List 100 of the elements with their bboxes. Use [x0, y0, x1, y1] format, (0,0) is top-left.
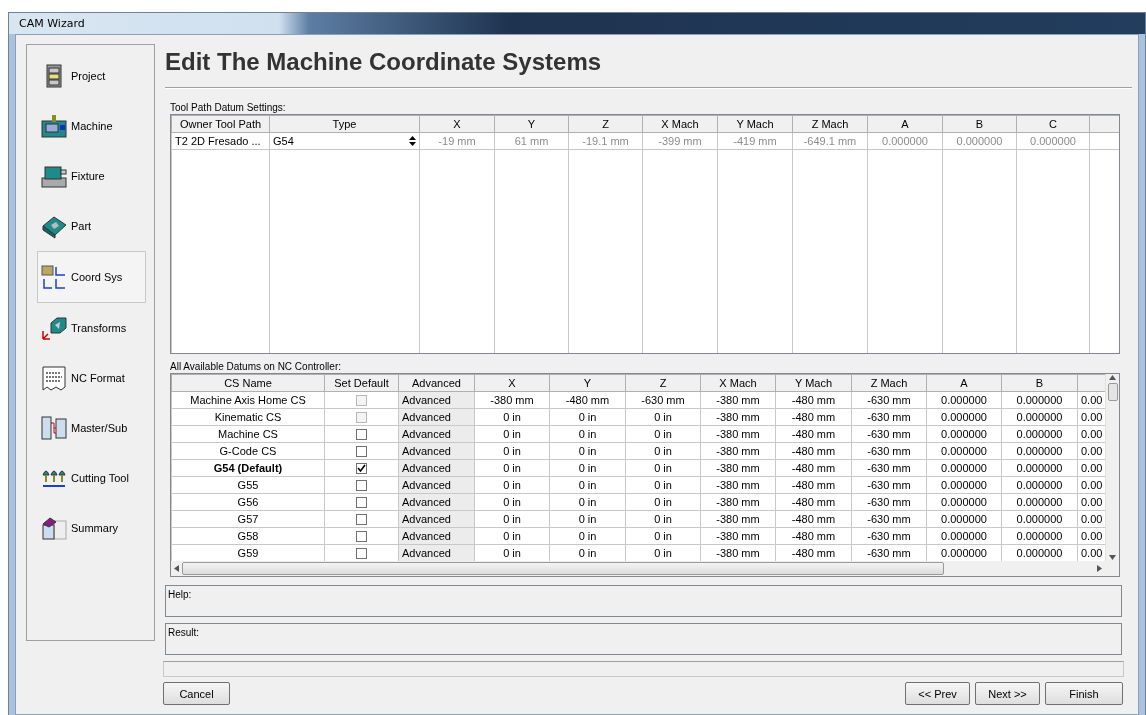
- panel-label: Result:: [168, 627, 200, 638]
- table-cell: -480 mm: [775, 442, 852, 460]
- sidebar-item[interactable]: Cutting Tool: [37, 453, 146, 503]
- table-cell: -630 mm: [851, 425, 927, 443]
- table-cell: 0.000000: [1001, 510, 1078, 528]
- sidebar-item[interactable]: Part: [37, 201, 146, 251]
- axes-icon: [41, 264, 67, 290]
- table-cell: -630 mm: [851, 442, 927, 460]
- sidebar-item[interactable]: Machine: [37, 101, 146, 151]
- column-header: Z Mach: [792, 115, 868, 133]
- type-dropdown[interactable]: G54: [269, 132, 420, 150]
- table-cell: 0 in: [474, 459, 550, 477]
- table-cell: -630 mm: [851, 527, 927, 545]
- checkbox[interactable]: [356, 496, 367, 508]
- table-cell: 0 in: [474, 527, 550, 545]
- table-cell: -419 mm: [717, 132, 793, 150]
- horizontal-scrollbar[interactable]: [171, 561, 1105, 576]
- checkbox[interactable]: [356, 530, 367, 542]
- sidebar-item[interactable]: Project: [37, 51, 146, 101]
- table-cell: -380 mm: [700, 442, 776, 460]
- table-cell: Machine Axis Home CS: [171, 391, 325, 409]
- sidebar-item[interactable]: NC Format: [37, 353, 146, 403]
- table-cell: 0.000000: [1016, 132, 1090, 150]
- column-header: Y Mach: [775, 374, 852, 392]
- table-cell: 0 in: [549, 459, 626, 477]
- table-cell: 0 in: [474, 510, 550, 528]
- sidebar-item[interactable]: Summary: [37, 503, 146, 553]
- checkbox[interactable]: [356, 513, 367, 525]
- column-header: Z: [625, 374, 701, 392]
- panel-label: Help:: [168, 589, 192, 600]
- table-cell: 0 in: [474, 425, 550, 443]
- column-header: Z Mach: [851, 374, 927, 392]
- column-header: Type: [269, 115, 420, 133]
- scroll-thumb[interactable]: [182, 562, 944, 575]
- table-cell: 0.000000: [1001, 476, 1078, 494]
- up-arrow-icon: [1109, 374, 1116, 381]
- table-cell: -480 mm: [775, 510, 852, 528]
- left-arrow-icon: [173, 565, 180, 572]
- table-cell: -480 mm: [775, 391, 852, 409]
- table-cell: 0 in: [549, 408, 626, 426]
- column-header: Y: [494, 115, 569, 133]
- table-cell: -380 mm: [700, 408, 776, 426]
- column-header: X: [474, 374, 550, 392]
- table-cell: 0.000000: [926, 391, 1002, 409]
- table-cell: 0.000000: [926, 527, 1002, 545]
- sidebar-item[interactable]: Coord Sys: [37, 251, 146, 303]
- table-cell: 0.000000: [1001, 408, 1078, 426]
- table-cell: 0.000000: [926, 408, 1002, 426]
- scroll-thumb[interactable]: [1107, 383, 1118, 401]
- wizard-button[interactable]: Cancel: [163, 682, 230, 705]
- table-cell: 0.000000: [867, 132, 943, 150]
- checkbox[interactable]: [356, 547, 367, 559]
- table-cell: 0 in: [474, 442, 550, 460]
- wizard-button[interactable]: Finish: [1045, 682, 1123, 705]
- table-cell: -480 mm: [775, 459, 852, 477]
- table-cell: -380 mm: [474, 391, 550, 409]
- down-arrow-icon: [1109, 554, 1116, 561]
- checkbox[interactable]: [356, 428, 367, 440]
- wizard-button[interactable]: Next >>: [975, 682, 1040, 705]
- checkbox[interactable]: [356, 462, 367, 474]
- sidebar-item[interactable]: Fixture: [37, 151, 146, 201]
- table-cell: 0.000000: [926, 459, 1002, 477]
- column-header: Y Mach: [717, 115, 793, 133]
- table-cell: -380 mm: [700, 510, 776, 528]
- table-cell: 0.000000: [1001, 442, 1078, 460]
- table-cell: -649.1 mm: [792, 132, 868, 150]
- column-header: Advanced: [398, 374, 475, 392]
- table-cell: 0.000000: [926, 442, 1002, 460]
- fixture-icon: [41, 163, 67, 189]
- table-cell: -380 mm: [700, 391, 776, 409]
- checkbox[interactable]: [356, 445, 367, 457]
- cube-icon: [41, 315, 67, 341]
- table-cell: G55: [171, 476, 325, 494]
- column-header: A: [926, 374, 1002, 392]
- table-cell: 0 in: [549, 425, 626, 443]
- table-cell: 0 in: [625, 493, 701, 511]
- table-cell: 0 in: [474, 476, 550, 494]
- table-cell: -630 mm: [851, 476, 927, 494]
- checkbox[interactable]: [356, 479, 367, 491]
- vertical-scrollbar[interactable]: [1105, 374, 1119, 561]
- table-cell: G58: [171, 527, 325, 545]
- table-cell: -630 mm: [851, 459, 927, 477]
- table-cell: 0 in: [549, 476, 626, 494]
- table-cell: G57: [171, 510, 325, 528]
- table-cell: 0 in: [625, 408, 701, 426]
- table-cell: 0.000000: [1001, 493, 1078, 511]
- table-cell: G-Code CS: [171, 442, 325, 460]
- sidebar-item[interactable]: Transforms: [37, 303, 146, 353]
- table-cell: 0 in: [625, 425, 701, 443]
- wizard-button[interactable]: << Prev: [905, 682, 970, 705]
- page-heading: Edit The Machine Coordinate Systems: [165, 47, 603, 77]
- table-cell: 0 in: [625, 442, 701, 460]
- table-cell: -630 mm: [851, 493, 927, 511]
- table-cell: 0 in: [625, 510, 701, 528]
- table-cell: -480 mm: [775, 527, 852, 545]
- table-cell: -480 mm: [775, 493, 852, 511]
- table-cell: G56: [171, 493, 325, 511]
- section-label: Tool Path Datum Settings:: [170, 101, 286, 114]
- sidebar-item[interactable]: Master/Sub: [37, 403, 146, 453]
- table-cell: -380 mm: [700, 527, 776, 545]
